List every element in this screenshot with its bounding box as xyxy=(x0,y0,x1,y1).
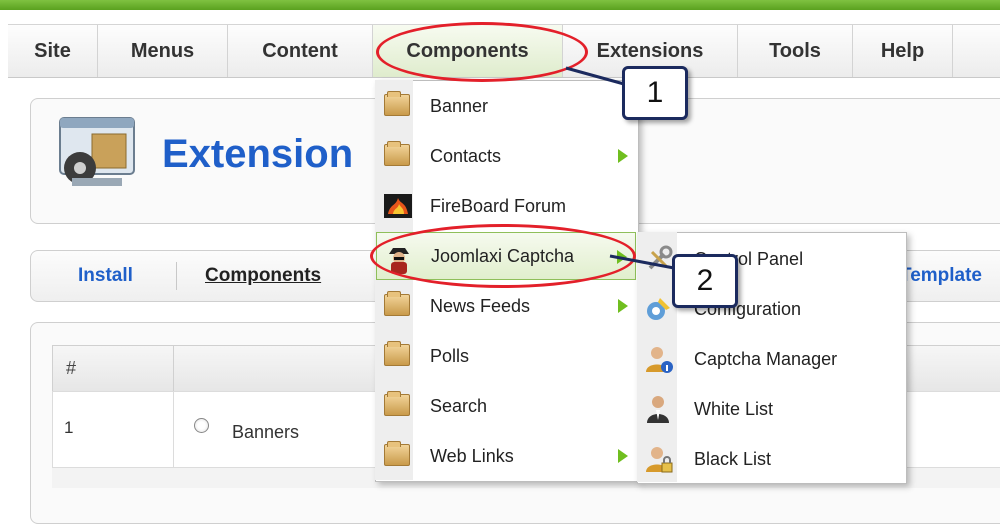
submenu-item-label: White List xyxy=(694,398,774,419)
folder-icon xyxy=(384,341,410,366)
fireboard-icon xyxy=(384,194,412,218)
menu-help[interactable]: Help xyxy=(853,25,953,77)
highlight-joomlaxi-ellipse xyxy=(370,224,636,288)
dropdown-item-contacts[interactable]: Contacts xyxy=(376,132,636,180)
folder-icon xyxy=(384,141,410,166)
callout-2: 2 xyxy=(672,254,738,308)
submenu-item-black-list[interactable]: Black List xyxy=(638,434,904,484)
folder-icon xyxy=(384,91,410,116)
dropdown-item-banner[interactable]: Banner xyxy=(376,82,636,130)
folder-icon xyxy=(384,441,410,466)
submenu-item-label: Black List xyxy=(694,448,772,469)
folder-icon xyxy=(384,391,410,416)
extension-manager-icon xyxy=(59,117,135,186)
row-name: Banners xyxy=(232,422,300,442)
dropdown-item-label: FireBoard Forum xyxy=(430,195,567,216)
tab-templates[interactable]: Template xyxy=(900,265,982,287)
user-info-icon xyxy=(646,347,673,373)
dropdown-item-search[interactable]: Search xyxy=(376,382,636,430)
dropdown-item-label: Contacts xyxy=(430,145,502,166)
row-radio[interactable] xyxy=(194,418,209,433)
dropdown-item-label: News Feeds xyxy=(430,295,531,316)
dropdown-item-news-feeds[interactable]: News Feeds xyxy=(376,282,636,330)
menu-site[interactable]: Site xyxy=(8,25,98,77)
dropdown-item-label: Search xyxy=(430,395,488,416)
user-suit-icon xyxy=(647,396,669,423)
submenu-arrow-icon xyxy=(618,449,628,463)
dropdown-item-label: Banner xyxy=(430,95,489,116)
dropdown-item-web-links[interactable]: Web Links xyxy=(376,432,636,480)
tab-divider xyxy=(176,262,177,290)
submenu-item-white-list[interactable]: White List xyxy=(638,384,904,434)
column-header-number: # xyxy=(66,358,77,378)
submenu-item-label: Captcha Manager xyxy=(694,348,838,369)
submenu-item-captcha-manager[interactable]: Captcha Manager xyxy=(638,334,904,384)
dropdown-item-label: Web Links xyxy=(430,445,514,466)
row-number: 1 xyxy=(64,418,74,437)
submenu-arrow-icon xyxy=(618,149,628,163)
highlight-components-ellipse xyxy=(376,22,588,82)
dropdown-item-polls[interactable]: Polls xyxy=(376,332,636,380)
tab-install[interactable]: Install xyxy=(78,265,133,287)
menu-tools[interactable]: Tools xyxy=(738,25,853,77)
user-lock-icon xyxy=(646,447,673,473)
menu-menus[interactable]: Menus xyxy=(98,25,228,77)
tab-components[interactable]: Components xyxy=(205,265,321,287)
menu-content[interactable]: Content xyxy=(228,25,373,77)
folder-icon xyxy=(384,291,410,316)
tools-icon xyxy=(648,245,673,270)
dropdown-item-label: Polls xyxy=(430,345,470,366)
column-divider xyxy=(173,346,174,392)
callout-1: 1 xyxy=(622,66,688,120)
dropdown-item-fireboard[interactable]: FireBoard Forum xyxy=(376,182,636,230)
gear-icon xyxy=(647,298,670,320)
submenu-arrow-icon xyxy=(618,299,628,313)
top-green-strip xyxy=(0,0,1000,10)
page-title: Extension xyxy=(162,132,354,176)
